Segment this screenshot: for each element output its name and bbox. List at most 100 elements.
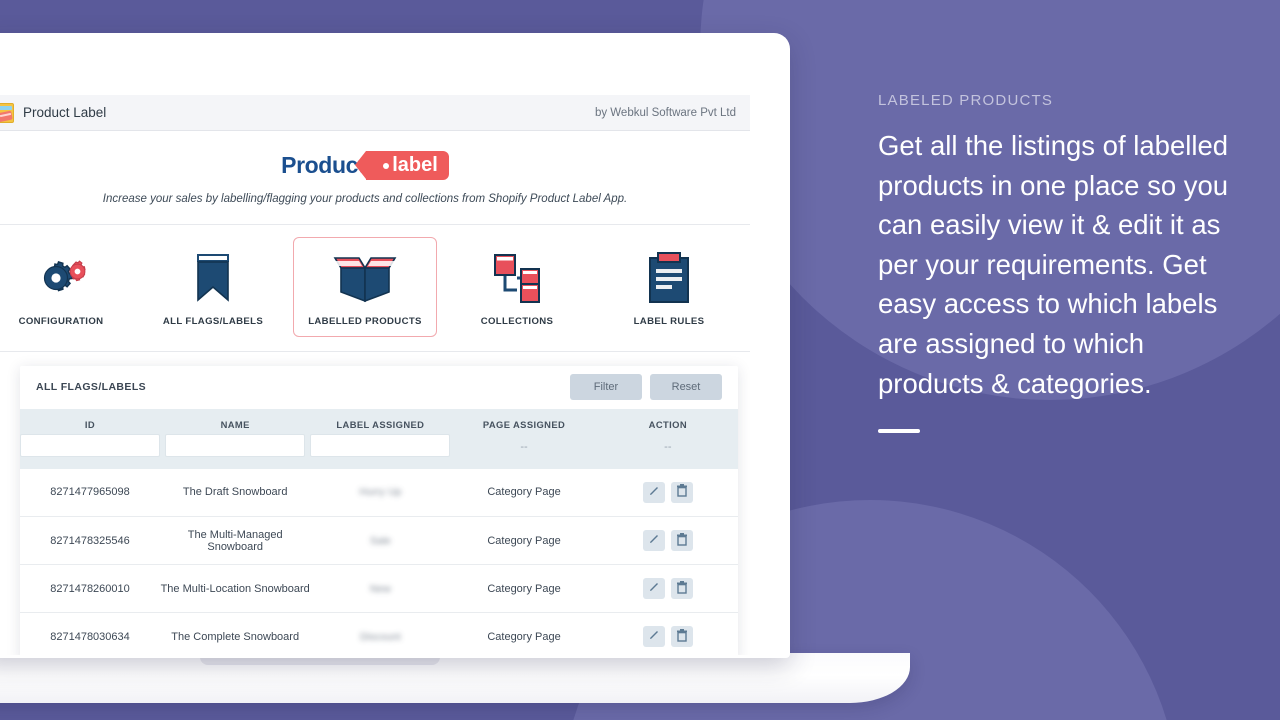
cell-label-assigned: Sale [310,517,450,565]
nav-item-collections[interactable]: COLLECTIONS [445,237,589,337]
column-header-page-assigned: PAGE ASSIGNED [482,418,566,430]
cell-page-assigned: Category Page [487,630,561,643]
filter-cell-page-assigned: -- [450,434,597,469]
cell-page-assigned: Category Page [487,486,561,499]
main-nav: CONFIGURATION ALL FLAGS/LABELS LABELLED … [0,225,750,352]
app-tagline: Increase your sales by labelling/flaggin… [102,193,628,205]
column-header-action: ACTION [648,418,687,430]
edit-row-button[interactable] [642,578,665,600]
table-row[interactable]: 8271477965098 The Draft Snowboard Hurry … [20,469,738,517]
filter-input-label-assigned[interactable] [310,433,451,457]
delete-row-button[interactable] [670,626,693,648]
table-head: ID NAME LABEL ASSIGNED PAGE ASSIGNED ACT… [20,408,738,469]
nav-label-labelled-products: LABELLED PRODUCTS [308,315,422,327]
panel-action-buttons: Filter Reset [570,374,722,401]
trash-icon [676,484,688,500]
app-topbar: Product Label by Webkul Software Pvt Ltd [0,95,750,131]
app-window: Product Label by Webkul Software Pvt Ltd… [0,95,750,655]
cell-action [598,517,738,565]
app-vendor: by Webkul Software Pvt Ltd [594,106,736,119]
delete-row-button[interactable] [670,578,693,600]
product-label-logo: Product label [281,151,449,180]
label-assigned-value: Hurry Up [359,486,402,499]
reset-button[interactable]: Reset [650,374,722,401]
cell-label-assigned: Discount [310,613,450,655]
delete-row-button[interactable] [670,481,693,503]
column-header-id: ID [84,418,96,430]
cell-page-assigned: Category Page [487,582,561,595]
filter-cell-id [20,433,160,469]
logo-tag-shape: label [355,151,449,180]
filter-input-id[interactable] [20,433,160,457]
panel-title: ALL FLAGS/LABELS [36,381,147,394]
cell-name: The Draft Snowboard [182,486,288,499]
cell-name: The Complete Snowboard [171,630,300,643]
labelled-products-panel: ALL FLAGS/LABELS Filter Reset ID NAME LA… [20,365,738,655]
nav-label-all-flags-labels: ALL FLAGS/LABELS [162,315,264,327]
promo-underline [878,429,920,434]
column-header-name: NAME [220,418,250,430]
pencil-icon [648,629,660,644]
nav-item-labelled-products[interactable]: LABELLED PRODUCTS [293,236,437,337]
cell-action [598,469,738,517]
cell-action [598,565,738,613]
filter-button[interactable]: Filter [570,374,642,401]
filter-input-name[interactable] [165,433,306,457]
nav-label-configuration: CONFIGURATION [18,315,104,327]
table-body: 8271477965098 The Draft Snowboard Hurry … [20,469,738,655]
screenshot-canvas: Product Label by Webkul Software Pvt Ltd… [0,0,1280,720]
cell-name: The Multi-Location Snowboard [160,582,310,595]
cell-label-assigned: New [310,565,450,613]
bookmark-icon [146,250,280,306]
brand-header: Product label Increase your sales by lab… [0,131,750,225]
app-title: Product Label [23,105,107,120]
pencil-icon [648,533,660,548]
cell-id: 8271477965098 [50,486,130,499]
delete-row-button[interactable] [670,530,693,552]
gears-icon [0,250,128,306]
table-row[interactable]: 8271478030634 The Complete Snowboard Dis… [20,613,738,655]
logo-label-text: label [392,154,438,176]
promo-panel: LABELED PRODUCTS Get all the listings of… [878,92,1250,434]
cell-page-assigned: Category Page [487,534,561,547]
sitemap-icon [450,250,584,306]
clipboard-icon [602,250,736,306]
nav-label-collections: COLLECTIONS [480,315,554,327]
column-header-label-assigned: LABEL ASSIGNED [336,418,425,430]
filter-cell-action: -- [598,434,738,469]
promo-eyebrow: LABELED PRODUCTS [878,92,1054,109]
trash-icon [676,628,688,645]
promo-body: Get all the listings of labelled product… [878,130,1229,399]
cell-id: 8271478030634 [50,630,130,643]
table-row[interactable]: 8271478325546 The Multi-Managed Snowboar… [20,517,738,565]
cell-action [598,613,738,655]
cell-id: 8271478325546 [50,534,130,547]
labelled-products-table: ID NAME LABEL ASSIGNED PAGE ASSIGNED ACT… [20,408,738,655]
pencil-icon [648,581,660,596]
label-assigned-value: Sale [369,534,391,547]
table-header-row: ID NAME LABEL ASSIGNED PAGE ASSIGNED ACT… [20,408,738,434]
label-assigned-value: New [369,582,391,595]
edit-row-button[interactable] [642,626,665,648]
trash-icon [676,532,688,549]
cell-label-assigned: Hurry Up [310,469,450,517]
open-box-icon [298,250,432,306]
filter-cell-label-assigned [310,433,451,469]
laptop-base [0,653,910,703]
cell-id: 8271478260010 [50,582,130,595]
nav-item-configuration[interactable]: CONFIGURATION [0,237,133,337]
logo-dot-icon [383,162,390,169]
cell-name: The Multi-Managed Snowboard [187,528,283,553]
nav-item-all-flags-labels[interactable]: ALL FLAGS/LABELS [141,237,285,337]
edit-row-button[interactable] [642,530,665,552]
pencil-icon [648,485,660,500]
trash-icon [676,580,688,597]
laptop-mockup: Product Label by Webkul Software Pvt Ltd… [0,33,910,703]
filter-dash-action: -- [664,440,672,453]
table-row[interactable]: 8271478260010 The Multi-Location Snowboa… [20,565,738,613]
edit-row-button[interactable] [642,481,665,503]
filter-dash-page-assigned: -- [520,440,528,453]
nav-item-label-rules[interactable]: LABEL RULES [597,237,741,337]
laptop-screen: Product Label by Webkul Software Pvt Ltd… [0,33,790,658]
panel-header: ALL FLAGS/LABELS Filter Reset [20,366,738,409]
